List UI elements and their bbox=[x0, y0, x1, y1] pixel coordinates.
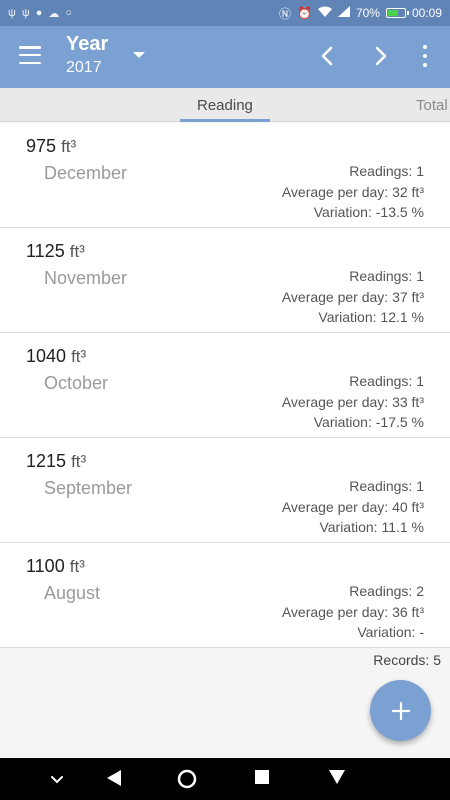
usb-icon: ψ bbox=[21, 7, 30, 19]
record-variation: Variation: 11.1 % bbox=[319, 519, 424, 535]
add-record-button[interactable] bbox=[370, 680, 431, 741]
status-system-icons: Ⓝ ⏰ 70% 00:09 bbox=[279, 5, 442, 22]
drop-icon: ● bbox=[35, 7, 43, 19]
record-month: October bbox=[44, 373, 109, 393]
alarm-icon: ⏰ bbox=[296, 6, 312, 20]
app-bar: Year 2017 bbox=[0, 26, 450, 88]
record-variation: Variation: - bbox=[357, 624, 424, 640]
signal-icon bbox=[337, 6, 350, 20]
record-amount: 975 ft³ bbox=[26, 136, 77, 156]
record-variation: Variation: -13.5 % bbox=[313, 204, 424, 220]
record-average: Average per day: 33 ft³ bbox=[281, 393, 424, 410]
list-item[interactable]: 1040 ft³ October Readings: 1 Average per… bbox=[0, 333, 450, 438]
record-variation: Variation: -17.5 % bbox=[313, 414, 424, 430]
back-icon[interactable] bbox=[106, 769, 122, 792]
record-readings: Readings: 1 bbox=[349, 478, 424, 494]
record-stats: Readings: 1 Average per day: 40 ft³ Vari… bbox=[282, 476, 424, 538]
record-stats: Readings: 1 Average per day: 37 ft³ Vari… bbox=[282, 266, 424, 328]
plus-icon bbox=[391, 701, 410, 720]
records-list: 975 ft³ December Readings: 1 Average per… bbox=[0, 123, 450, 648]
record-average: Average per day: 37 ft³ bbox=[281, 288, 424, 305]
record-amount: 1125 ft³ bbox=[26, 241, 85, 261]
recent-apps-icon[interactable] bbox=[254, 769, 270, 790]
battery-icon bbox=[385, 8, 409, 18]
tab-reading[interactable]: Reading bbox=[197, 97, 253, 114]
period-selector[interactable]: Year 2017 bbox=[66, 33, 108, 77]
menu-icon[interactable] bbox=[19, 46, 41, 64]
record-average: Average per day: 32 ft³ bbox=[281, 183, 424, 200]
record-readings: Readings: 2 bbox=[349, 583, 424, 599]
list-item[interactable]: 1215 ft³ September Readings: 1 Average p… bbox=[0, 438, 450, 543]
chevron-left-icon[interactable] bbox=[316, 44, 340, 68]
circle-icon: ○ bbox=[65, 7, 72, 19]
dropdown-arrow-icon[interactable] bbox=[133, 52, 145, 58]
tab-bar: Reading Total bbox=[0, 88, 450, 122]
list-item[interactable]: 975 ft³ December Readings: 1 Average per… bbox=[0, 123, 450, 228]
record-stats: Readings: 2 Average per day: 36 ft³ Vari… bbox=[282, 581, 424, 643]
record-stats: Readings: 1 Average per day: 33 ft³ Vari… bbox=[282, 371, 424, 433]
nfc-icon: Ⓝ bbox=[278, 6, 291, 21]
status-bar: ψ ψ ● ☁ ○ Ⓝ ⏰ 70% 00:09 bbox=[0, 0, 450, 26]
record-average: Average per day: 40 ft³ bbox=[281, 498, 424, 515]
page-subtitle: 2017 bbox=[66, 59, 102, 76]
wifi-icon bbox=[317, 6, 332, 20]
record-readings: Readings: 1 bbox=[349, 373, 424, 389]
record-stats: Readings: 1 Average per day: 32 ft³ Vari… bbox=[282, 161, 424, 223]
page-title: Year bbox=[66, 33, 109, 55]
more-vert-icon[interactable] bbox=[418, 45, 432, 67]
record-readings: Readings: 1 bbox=[349, 163, 424, 179]
usb-icon: ψ bbox=[8, 7, 16, 19]
tab-total[interactable]: Total bbox=[416, 97, 448, 114]
record-month: November bbox=[44, 268, 128, 288]
clock: 00:09 bbox=[411, 6, 442, 20]
record-readings: Readings: 1 bbox=[349, 268, 424, 284]
cloud-icon: ☁ bbox=[48, 7, 60, 20]
record-average: Average per day: 36 ft³ bbox=[281, 603, 424, 620]
chevron-down-icon[interactable] bbox=[50, 772, 64, 790]
record-month: August bbox=[44, 583, 101, 603]
record-amount: 1040 ft³ bbox=[26, 346, 87, 366]
record-variation: Variation: 12.1 % bbox=[318, 309, 424, 325]
record-amount: 1215 ft³ bbox=[26, 451, 87, 471]
record-month: September bbox=[44, 478, 133, 498]
records-count: Records: 5 bbox=[373, 652, 441, 668]
home-icon[interactable] bbox=[177, 769, 197, 794]
chevron-right-icon[interactable] bbox=[368, 44, 392, 68]
triangle-down-icon[interactable] bbox=[328, 769, 346, 790]
battery-percent: 70% bbox=[355, 6, 380, 20]
status-notification-icons: ψ ψ ● ☁ ○ bbox=[8, 7, 72, 20]
system-nav-bar bbox=[0, 758, 450, 800]
tab-indicator bbox=[180, 119, 270, 122]
list-item[interactable]: 1125 ft³ November Readings: 1 Average pe… bbox=[0, 228, 450, 333]
record-amount: 1100 ft³ bbox=[26, 556, 85, 576]
list-item[interactable]: 1100 ft³ August Readings: 2 Average per … bbox=[0, 543, 450, 648]
record-month: December bbox=[44, 163, 128, 183]
